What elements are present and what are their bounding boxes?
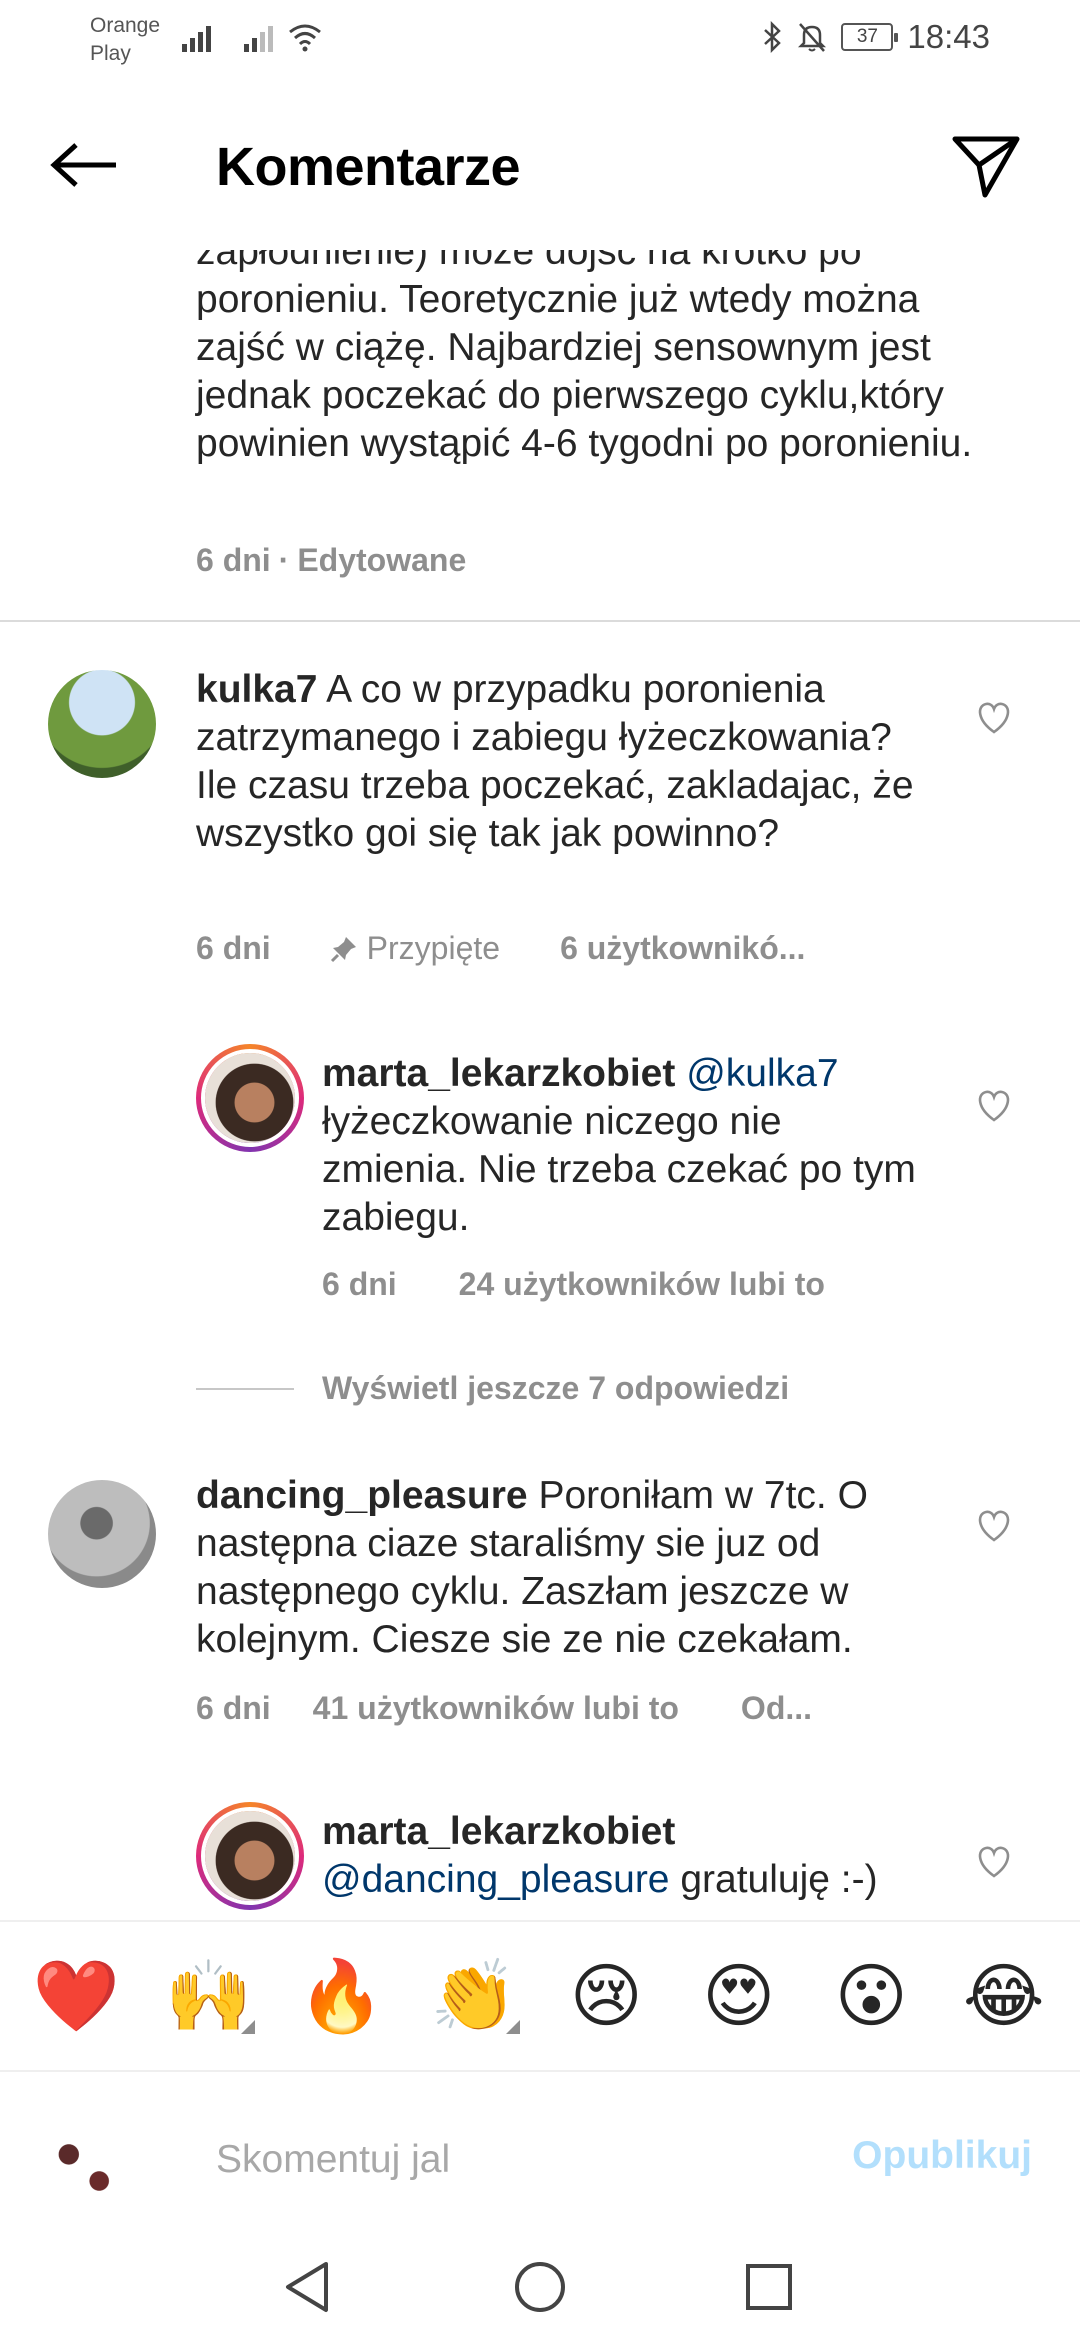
mention-link[interactable]: @kulka7 — [686, 1052, 838, 1095]
likes-count[interactable]: 41 użytkowników lubi to — [313, 1690, 679, 1727]
emoji-bar: ❤️ 🙌 🔥 👏 😢 😍 😮 😂 — [0, 1920, 1080, 2070]
heart-icon[interactable] — [974, 698, 1014, 738]
nav-back-button[interactable] — [272, 2252, 342, 2322]
reply-body: marta_lekarzkobiet @dancing_pleasure gra… — [322, 1808, 942, 1904]
comment-text: łyżeczkowanie niczego nie zmienia. Nie t… — [322, 1100, 916, 1239]
page-title: Komentarze — [216, 137, 521, 197]
likes-count[interactable]: 6 użytkownikó... — [560, 930, 805, 967]
emoji-heart-button[interactable]: ❤️ — [26, 1956, 126, 2036]
pin-icon — [330, 936, 356, 962]
publish-button[interactable]: Opublikuj — [852, 2134, 1032, 2178]
comment-text: zapłodnienie) może dojść na krótko po po… — [196, 230, 973, 465]
square-recents-icon — [746, 2264, 792, 2310]
avatar[interactable] — [196, 1802, 304, 1910]
comment-username[interactable]: marta_lekarzkobiet — [322, 1052, 675, 1095]
heart-icon[interactable] — [974, 1086, 1014, 1126]
comment-time: 6 dni — [322, 1266, 397, 1302]
comment-time: 6 dni — [196, 542, 271, 578]
comment-body: dancing_pleasure Poroniłam w 7tc. O nast… — [196, 1472, 936, 1664]
paper-plane-icon — [952, 136, 1020, 198]
comment-input[interactable] — [216, 2132, 636, 2188]
emoji-fire-button[interactable]: 🔥 — [291, 1956, 391, 2036]
avatar — [46, 2124, 122, 2200]
emoji-laugh-button[interactable]: 😂 — [954, 1956, 1054, 2036]
comments-list[interactable]: zapłodnienie) może dojść na krótko po po… — [0, 0, 1080, 1920]
system-nav-bar — [0, 2230, 1080, 2340]
reply-button[interactable]: Od... — [741, 1690, 812, 1727]
reply-body: marta_lekarzkobiet @kulka7 łyżeczkowanie… — [322, 1050, 922, 1242]
back-button[interactable] — [44, 135, 124, 195]
comment-meta: 6 dni Przypięte 6 użytkownikó... — [196, 930, 805, 967]
header: Komentarze — [0, 80, 1080, 250]
nav-home-button[interactable] — [505, 2252, 575, 2322]
avatar[interactable] — [196, 1044, 304, 1152]
emoji-clap-button[interactable]: 👏 — [424, 1956, 524, 2036]
share-button[interactable] — [948, 128, 1024, 204]
pinned-label: Przypięte — [329, 930, 500, 967]
avatar[interactable] — [48, 1480, 156, 1588]
emoji-cry-button[interactable]: 😢 — [556, 1956, 656, 2036]
comment-meta: 6 dni · Edytowane — [196, 542, 467, 578]
heart-icon[interactable] — [974, 1506, 1014, 1546]
comment-meta: 6 dni 41 użytkowników lubi to Od... — [196, 1690, 812, 1727]
circle-home-icon — [515, 2262, 565, 2312]
comment-time: 6 dni — [196, 1690, 271, 1726]
heart-icon[interactable] — [974, 1842, 1014, 1882]
comment-meta: 6 dni 24 użytkowników lubi to — [322, 1266, 825, 1303]
avatar[interactable] — [48, 670, 156, 778]
comment-body: kulka7 A co w przypadku poronienia zatrz… — [196, 666, 936, 858]
edited-label: Edytowane — [297, 542, 467, 578]
comment-username[interactable]: marta_lekarzkobiet — [322, 1808, 942, 1856]
divider — [196, 1387, 294, 1390]
emoji-raised-hands-button[interactable]: 🙌 — [159, 1956, 259, 2036]
comment-composer: Opublikuj — [0, 2070, 1080, 2230]
view-more-replies-button[interactable]: Wyświetl jeszcze 7 odpowiedzi — [196, 1370, 789, 1407]
comment-username[interactable]: kulka7 — [196, 668, 317, 711]
mention-link[interactable]: @dancing_pleasure — [322, 1858, 670, 1901]
divider — [0, 620, 1080, 622]
comment-text: gratuluję :-) — [680, 1858, 878, 1901]
nav-recents-button[interactable] — [734, 2252, 804, 2322]
emoji-surprised-button[interactable]: 😮 — [821, 1956, 921, 2036]
arrow-left-icon — [50, 143, 116, 187]
emoji-heart-eyes-button[interactable]: 😍 — [689, 1956, 789, 2036]
likes-count[interactable]: 24 użytkowników lubi to — [459, 1266, 825, 1303]
comment-username[interactable]: dancing_pleasure — [196, 1474, 528, 1517]
triangle-back-icon — [286, 2262, 328, 2312]
comment-time: 6 dni — [196, 930, 271, 966]
